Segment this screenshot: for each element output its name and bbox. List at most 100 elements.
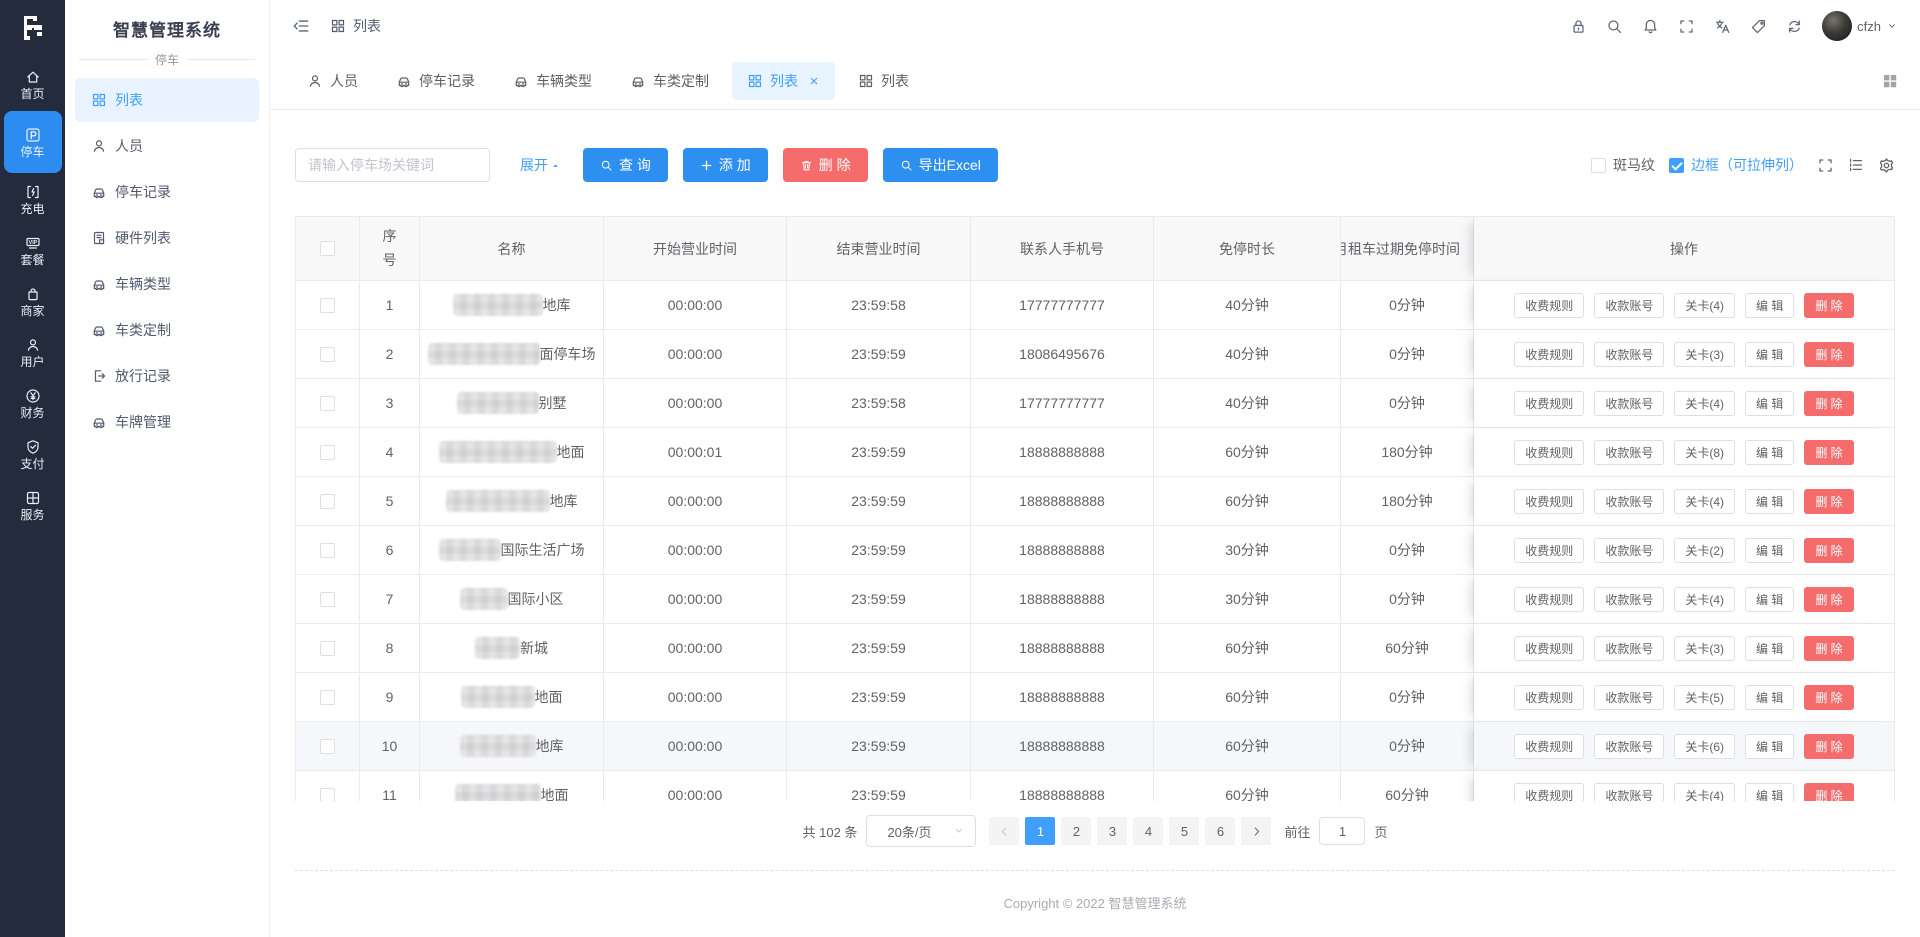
gate-button[interactable]: 关卡(5) (1674, 685, 1735, 710)
page-button-4[interactable]: 4 (1133, 817, 1163, 845)
fee-rule-button[interactable]: 收费规则 (1514, 734, 1584, 759)
payee-account-button[interactable]: 收款账号 (1594, 391, 1664, 416)
payee-account-button[interactable]: 收款账号 (1594, 685, 1664, 710)
secondary-item-grid-0[interactable]: 列表 (75, 78, 259, 122)
edit-button[interactable]: 编 辑 (1745, 293, 1794, 318)
table-fullscreen-icon[interactable] (1817, 157, 1834, 174)
primary-item-user[interactable]: 用户 (4, 328, 62, 377)
tab-2[interactable]: 车辆类型 (498, 62, 607, 100)
payee-account-button[interactable]: 收款账号 (1594, 440, 1664, 465)
primary-item-finance[interactable]: 财务 (4, 379, 62, 428)
prev-page-button[interactable] (989, 817, 1019, 845)
primary-item-service[interactable]: 服务 (4, 481, 62, 530)
secondary-item-car-5[interactable]: 车类定制 (75, 308, 259, 352)
edit-button[interactable]: 编 辑 (1745, 587, 1794, 612)
zebra-checkbox-box[interactable] (1591, 158, 1606, 173)
fee-rule-button[interactable]: 收费规则 (1514, 538, 1584, 563)
fee-rule-button[interactable]: 收费规则 (1514, 783, 1584, 802)
delete-row-button[interactable]: 删 除 (1804, 489, 1853, 514)
avatar[interactable] (1822, 11, 1852, 41)
border-checkbox[interactable]: 边框（可拉伸列） (1669, 155, 1803, 175)
gate-button[interactable]: 关卡(4) (1674, 293, 1735, 318)
fee-rule-button[interactable]: 收费规则 (1514, 685, 1584, 710)
payee-account-button[interactable]: 收款账号 (1594, 783, 1664, 802)
column-settings-icon[interactable] (1848, 157, 1864, 173)
primary-item-parking[interactable]: 停车 (4, 111, 62, 173)
table-row[interactable]: 4 地面 00:00:01 23:59:59 18888888888 60分钟 … (296, 428, 1894, 477)
tab-5[interactable]: 列表 (843, 62, 924, 100)
delete-row-button[interactable]: 删 除 (1804, 636, 1853, 661)
payee-account-button[interactable]: 收款账号 (1594, 489, 1664, 514)
export-excel-button[interactable]: 导出Excel (883, 148, 998, 182)
collapse-sidebar-icon[interactable] (292, 17, 310, 35)
border-checkbox-box[interactable] (1669, 158, 1684, 173)
delete-row-button[interactable]: 删 除 (1804, 293, 1853, 318)
bell-icon[interactable] (1642, 18, 1659, 35)
tab-0[interactable]: 人员 (292, 62, 373, 100)
table-row[interactable]: 1 地库 00:00:00 23:59:58 17777777777 40分钟 … (296, 281, 1894, 330)
refresh-icon[interactable] (1786, 18, 1803, 35)
payee-account-button[interactable]: 收款账号 (1594, 538, 1664, 563)
edit-button[interactable]: 编 辑 (1745, 685, 1794, 710)
secondary-item-exit-6[interactable]: 放行记录 (75, 354, 259, 398)
page-size-select[interactable]: 20条/页 (866, 815, 976, 847)
row-checkbox[interactable] (320, 494, 335, 509)
search-input[interactable] (295, 148, 490, 182)
user-menu[interactable]: cfzh (1822, 11, 1898, 41)
fee-rule-button[interactable]: 收费规则 (1514, 489, 1584, 514)
secondary-item-car-2[interactable]: 停车记录 (75, 170, 259, 214)
gate-button[interactable]: 关卡(4) (1674, 489, 1735, 514)
edit-button[interactable]: 编 辑 (1745, 538, 1794, 563)
tab-3[interactable]: 车类定制 (615, 62, 724, 100)
translate-icon[interactable] (1714, 18, 1731, 35)
primary-item-home[interactable]: 首页 (4, 60, 62, 109)
edit-button[interactable]: 编 辑 (1745, 489, 1794, 514)
page-button-5[interactable]: 5 (1169, 817, 1199, 845)
tag-icon[interactable] (1750, 18, 1767, 35)
gate-button[interactable]: 关卡(4) (1674, 587, 1735, 612)
delete-row-button[interactable]: 删 除 (1804, 783, 1853, 802)
fee-rule-button[interactable]: 收费规则 (1514, 440, 1584, 465)
table-row[interactable]: 5 地库 00:00:00 23:59:59 18888888888 60分钟 … (296, 477, 1894, 526)
table-row[interactable]: 9 地面 00:00:00 23:59:59 18888888888 60分钟 … (296, 673, 1894, 722)
primary-item-charge[interactable]: 充电 (4, 175, 62, 224)
fee-rule-button[interactable]: 收费规则 (1514, 587, 1584, 612)
secondary-item-person-1[interactable]: 人员 (75, 124, 259, 168)
gate-button[interactable]: 关卡(6) (1674, 734, 1735, 759)
table-row[interactable]: 6 国际生活广场 00:00:00 23:59:59 18888888888 3… (296, 526, 1894, 575)
gate-button[interactable]: 关卡(4) (1674, 391, 1735, 416)
table-row[interactable]: 2 面停车场 00:00:00 23:59:59 18086495676 40分… (296, 330, 1894, 379)
primary-item-pay[interactable]: 支付 (4, 430, 62, 479)
payee-account-button[interactable]: 收款账号 (1594, 342, 1664, 367)
row-checkbox[interactable] (320, 739, 335, 754)
primary-item-vip[interactable]: VIP 套餐 (4, 226, 62, 275)
edit-button[interactable]: 编 辑 (1745, 783, 1794, 802)
delete-row-button[interactable]: 删 除 (1804, 734, 1853, 759)
table-row[interactable]: 3 别墅 00:00:00 23:59:58 17777777777 40分钟 … (296, 379, 1894, 428)
tab-4[interactable]: 列表 (732, 62, 835, 100)
delete-row-button[interactable]: 删 除 (1804, 587, 1853, 612)
table-row[interactable]: 7 国际小区 00:00:00 23:59:59 18888888888 30分… (296, 575, 1894, 624)
row-checkbox[interactable] (320, 347, 335, 362)
edit-button[interactable]: 编 辑 (1745, 391, 1794, 416)
primary-item-shop[interactable]: 商家 (4, 277, 62, 326)
delete-row-button[interactable]: 删 除 (1804, 538, 1853, 563)
table-row[interactable]: 8 新城 00:00:00 23:59:59 18888888888 60分钟 … (296, 624, 1894, 673)
gate-button[interactable]: 关卡(3) (1674, 342, 1735, 367)
page-button-2[interactable]: 2 (1061, 817, 1091, 845)
tab-options-icon[interactable] (1882, 73, 1898, 89)
secondary-item-car-7[interactable]: 车牌管理 (75, 400, 259, 444)
add-button[interactable]: 添 加 (683, 148, 768, 182)
row-checkbox[interactable] (320, 690, 335, 705)
zebra-checkbox[interactable]: 斑马纹 (1591, 155, 1655, 175)
table-row[interactable]: 10 地库 00:00:00 23:59:59 18888888888 60分钟… (296, 722, 1894, 771)
delete-row-button[interactable]: 删 除 (1804, 342, 1853, 367)
row-checkbox[interactable] (320, 396, 335, 411)
gate-button[interactable]: 关卡(8) (1674, 440, 1735, 465)
payee-account-button[interactable]: 收款账号 (1594, 587, 1664, 612)
page-button-1[interactable]: 1 (1025, 817, 1055, 845)
fee-rule-button[interactable]: 收费规则 (1514, 293, 1584, 318)
fee-rule-button[interactable]: 收费规则 (1514, 342, 1584, 367)
row-checkbox[interactable] (320, 298, 335, 313)
page-button-6[interactable]: 6 (1205, 817, 1235, 845)
